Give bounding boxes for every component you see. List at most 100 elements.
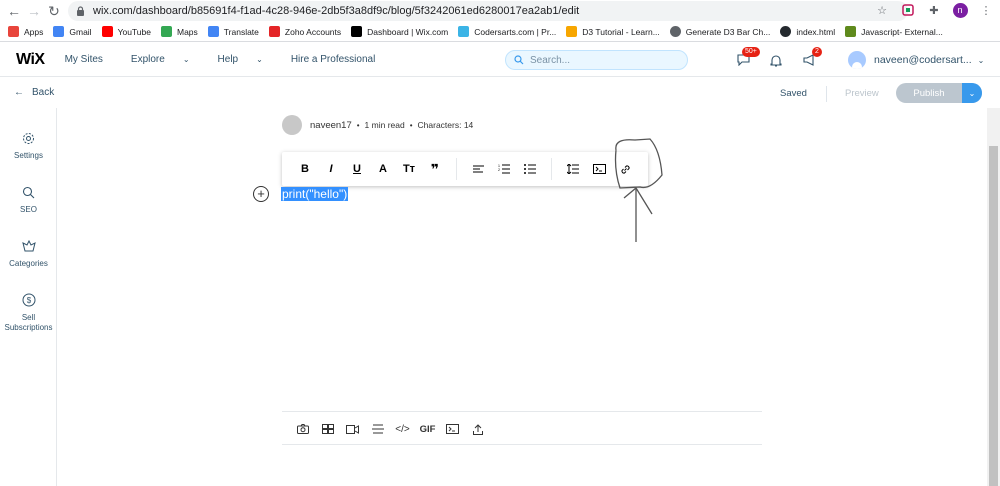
- bookmark-label: Apps: [24, 26, 44, 37]
- address-bar[interactable]: wix.com/dashboard/b85691f4-f1ad-4c28-946…: [68, 1, 908, 21]
- separator-dot: •: [409, 120, 413, 130]
- divider-insert-icon[interactable]: [365, 420, 390, 438]
- search-placeholder: Search...: [530, 54, 571, 66]
- avatar: [848, 51, 866, 69]
- bookmark-label: Generate D3 Bar Ch...: [685, 26, 771, 37]
- chevron-down-icon[interactable]: ⌄: [962, 83, 982, 103]
- bookmark-item[interactable]: Zoho Accounts: [268, 26, 342, 37]
- text-color-button[interactable]: A: [370, 159, 396, 179]
- d3-icon: [566, 26, 578, 37]
- bookmark-star-icon[interactable]: ☆: [874, 2, 890, 18]
- back-button[interactable]: ← Back: [14, 87, 54, 98]
- sidebar-item-settings[interactable]: Settings: [0, 130, 57, 160]
- apps-grid-icon: [8, 26, 19, 37]
- dollar-icon: $: [21, 292, 37, 308]
- wix-logo[interactable]: WiX: [16, 51, 45, 69]
- line-spacing-icon[interactable]: [560, 159, 586, 179]
- nav-explore[interactable]: Explore ⌄: [131, 54, 204, 65]
- search-input[interactable]: Search...: [505, 50, 688, 70]
- forward-arrow-icon[interactable]: →: [24, 1, 44, 21]
- wix-icon: [351, 26, 363, 37]
- bookmark-item[interactable]: Translate: [207, 26, 259, 37]
- bookmark-item[interactable]: YouTube: [101, 26, 151, 37]
- bookmark-label: Codersarts.com | Pr...: [474, 26, 557, 37]
- sidebar-item-sell-subscriptions[interactable]: $ Sell Subscriptions: [0, 292, 57, 333]
- divider: [826, 86, 827, 102]
- bookmarks-bar: Apps Gmail YouTube Maps Translate Zoho Accoun…: [0, 22, 1000, 42]
- menu-kebab-icon[interactable]: ⋮: [978, 2, 994, 18]
- sidebar-item-categories[interactable]: Categories: [0, 238, 57, 268]
- profile-avatar[interactable]: n: [952, 2, 968, 18]
- translate-icon: [207, 26, 219, 37]
- notifications-bell-icon[interactable]: [768, 52, 784, 68]
- upload-icon[interactable]: [465, 420, 490, 438]
- youtube-icon: [101, 26, 113, 37]
- bold-button[interactable]: B: [292, 159, 318, 179]
- bookmark-item[interactable]: Javascript- External...: [845, 26, 943, 37]
- numbered-list-icon[interactable]: 12: [491, 159, 517, 179]
- quote-button[interactable]: ❞: [422, 159, 448, 179]
- underline-button[interactable]: U: [344, 159, 370, 179]
- divider: [551, 158, 552, 180]
- gallery-icon[interactable]: [315, 420, 340, 438]
- user-menu[interactable]: naveen@codersart... ⌄: [848, 51, 984, 69]
- post-meta: naveen17 • 1 min read • Characters: 14: [282, 115, 473, 135]
- editor-sidebar: Settings SEO Categories $ Sell Subscript…: [0, 108, 57, 486]
- bookmark-label: Javascript- External...: [861, 26, 943, 37]
- sidebar-item-seo[interactable]: SEO: [0, 184, 57, 214]
- publish-label[interactable]: Publish: [896, 83, 962, 103]
- back-arrow-icon[interactable]: ←: [4, 1, 24, 21]
- puzzle-icon[interactable]: ✚: [926, 2, 942, 18]
- bookmark-label: YouTube: [117, 26, 151, 37]
- bookmark-item[interactable]: Dashboard | Wix.com: [351, 26, 448, 37]
- video-icon[interactable]: [340, 420, 365, 438]
- bookmark-label: Gmail: [69, 26, 92, 37]
- heading-button[interactable]: Tт: [396, 159, 422, 179]
- sidebar-item-label: Sell Subscriptions: [4, 313, 53, 332]
- bookmark-item[interactable]: D3 Tutorial - Learn...: [566, 26, 660, 37]
- scrollbar-thumb[interactable]: [989, 146, 998, 486]
- sidebar-item-label: Categories: [9, 259, 48, 268]
- insert-toolbar: </> GIF: [290, 420, 490, 438]
- bookmark-label: D3 Tutorial - Learn...: [582, 26, 660, 37]
- code-block-icon[interactable]: [440, 420, 465, 438]
- extension-icons: ☆ ✚ n ⋮: [874, 2, 994, 18]
- nav-my-sites[interactable]: My Sites: [65, 54, 117, 65]
- author-name: naveen17: [310, 119, 352, 131]
- nav-hire-professional[interactable]: Hire a Professional: [291, 54, 389, 65]
- bookmark-item[interactable]: Maps: [160, 26, 198, 37]
- maps-icon: [160, 26, 172, 37]
- google-icon: [53, 26, 65, 37]
- align-left-icon[interactable]: [465, 159, 491, 179]
- bullet-list-icon[interactable]: [517, 159, 543, 179]
- author-avatar: [282, 115, 302, 135]
- camera-icon[interactable]: [290, 420, 315, 438]
- bookmark-label: index.html: [796, 26, 836, 37]
- post-content-selected[interactable]: print("hello"): [281, 187, 349, 201]
- bookmark-item[interactable]: Generate D3 Bar Ch...: [669, 26, 771, 37]
- bookmark-item[interactable]: Codersarts.com | Pr...: [458, 26, 556, 37]
- bookmark-label: Translate: [223, 26, 259, 37]
- reload-icon[interactable]: ↻: [44, 1, 64, 21]
- publish-button[interactable]: Publish ⌄: [896, 83, 982, 103]
- extension-icon[interactable]: [900, 2, 916, 18]
- search-icon: [514, 55, 524, 65]
- bookmark-item[interactable]: Apps: [8, 26, 43, 37]
- bookmark-label: Maps: [176, 26, 198, 37]
- svg-text:2: 2: [498, 168, 500, 172]
- bookmark-label: Zoho Accounts: [284, 26, 342, 37]
- add-block-button[interactable]: +: [253, 186, 269, 202]
- italic-button[interactable]: I: [318, 159, 344, 179]
- wix-nav: My Sites Explore ⌄ Help ⌄ Hire a Professio…: [65, 54, 404, 65]
- bookmark-item[interactable]: Gmail: [53, 26, 92, 37]
- gear-icon: [21, 130, 37, 146]
- bookmark-label: Dashboard | Wix.com: [367, 26, 449, 37]
- preview-button[interactable]: Preview: [845, 88, 879, 99]
- messages-badge: 50+: [742, 47, 760, 57]
- svg-text:$: $: [26, 296, 31, 305]
- html-code-icon[interactable]: </>: [390, 420, 415, 438]
- nav-help[interactable]: Help ⌄: [218, 54, 277, 65]
- divider: [282, 411, 762, 412]
- bookmark-item[interactable]: index.html: [780, 26, 835, 37]
- gif-button[interactable]: GIF: [415, 420, 440, 438]
